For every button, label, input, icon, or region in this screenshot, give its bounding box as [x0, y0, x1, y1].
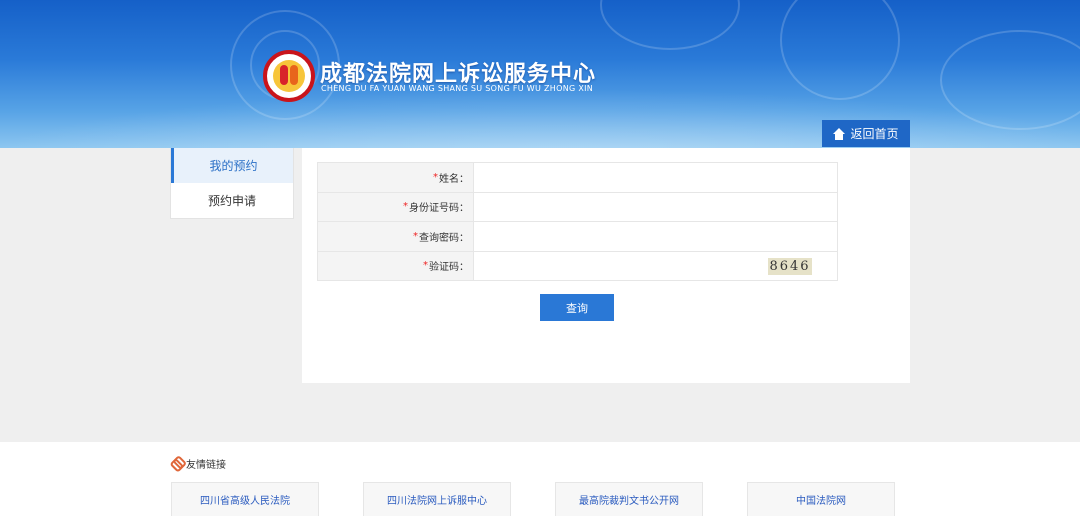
- required-mark: *: [413, 230, 418, 242]
- banner-swirl: [600, 0, 740, 50]
- sidebar-item-my-appointments[interactable]: 我的预约: [171, 148, 293, 183]
- sidebar-item-label: 预约申请: [207, 194, 256, 208]
- query-password-input[interactable]: [474, 222, 837, 251]
- required-mark: *: [433, 171, 438, 183]
- home-icon: [833, 127, 846, 140]
- field-label: * 姓名：: [318, 163, 474, 192]
- banner-wave: [0, 88, 1080, 148]
- name-input[interactable]: [474, 163, 837, 192]
- footer-link-china-court[interactable]: 中国法院网: [747, 482, 895, 516]
- friend-links-title: 友情链接: [171, 456, 226, 471]
- site-subtitle: CHENG DU FA YUAN WANG SHANG SU SONG FU W…: [321, 84, 594, 93]
- query-form: * 姓名： * 身份证号码： * 查询密码： * 验证码： 8646: [317, 162, 838, 281]
- required-mark: *: [423, 260, 428, 272]
- sidebar: 我的预约 预约申请: [170, 148, 294, 219]
- sidebar-item-label: 我的预约: [209, 159, 258, 173]
- header-banner: 成都法院网上诉讼服务中心 CHENG DU FA YUAN WANG SHANG…: [0, 0, 1080, 148]
- field-label: * 身份证号码：: [318, 192, 474, 221]
- form-row-name: * 姓名：: [318, 163, 837, 193]
- captcha-image[interactable]: 8646: [768, 257, 812, 275]
- footer-link-judgment-documents[interactable]: 最高院裁判文书公开网: [555, 482, 703, 516]
- field-label-text: 姓名：: [439, 173, 469, 185]
- field-label-text: 查询密码：: [419, 232, 469, 244]
- sidebar-item-apply-appointment[interactable]: 预约申请: [171, 183, 293, 218]
- footer-link-sichuan-high-court[interactable]: 四川省高级人民法院: [171, 482, 319, 516]
- footer-link-sichuan-online-service[interactable]: 四川法院网上诉服中心: [363, 482, 511, 516]
- court-emblem-icon: [263, 50, 315, 102]
- field-label-text: 验证码：: [429, 262, 469, 274]
- home-button-label: 返回首页: [850, 127, 899, 141]
- banner-swirl: [780, 0, 900, 100]
- link-icon: [169, 456, 185, 472]
- query-button[interactable]: 查询: [540, 294, 614, 321]
- footer-links: 友情链接 四川省高级人民法院 四川法院网上诉服中心 最高院裁判文书公开网 中国法…: [0, 442, 1080, 516]
- friend-links-label: 友情链接: [186, 460, 226, 471]
- required-mark: *: [403, 201, 408, 213]
- field-label: * 查询密码：: [318, 222, 474, 251]
- main-panel: * 姓名： * 身份证号码： * 查询密码： * 验证码： 8646 查询: [302, 148, 910, 383]
- field-label-text: 身份证号码：: [409, 203, 469, 215]
- home-button[interactable]: 返回首页: [822, 120, 910, 147]
- form-row-captcha: * 验证码： 8646: [318, 251, 837, 281]
- field-label: * 验证码：: [318, 251, 474, 280]
- form-row-password: * 查询密码：: [318, 222, 837, 252]
- id-number-input[interactable]: [474, 192, 837, 221]
- form-row-id-number: * 身份证号码：: [318, 192, 837, 222]
